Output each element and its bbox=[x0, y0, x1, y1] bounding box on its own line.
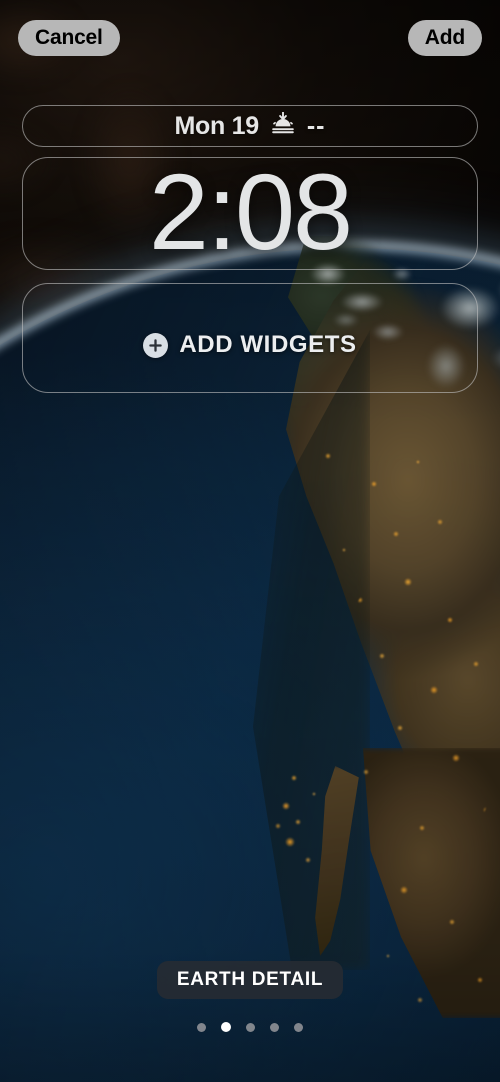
page-dot[interactable] bbox=[270, 1022, 279, 1032]
date-widget-content: Mon 19 -- bbox=[174, 111, 326, 141]
add-button[interactable]: Add bbox=[407, 20, 482, 56]
date-label: Mon 19 bbox=[174, 111, 260, 140]
page-indicator bbox=[197, 1022, 303, 1032]
page-dot[interactable] bbox=[246, 1022, 255, 1032]
add-widgets-label: ADD WIDGETS bbox=[179, 331, 357, 358]
wallpaper-style-controls: EARTH DETAIL bbox=[0, 961, 500, 1032]
plus-circle-icon bbox=[143, 332, 169, 358]
add-widgets-content: ADD WIDGETS bbox=[143, 331, 356, 359]
page-dot-active[interactable] bbox=[221, 1022, 231, 1032]
city-lights-northwest bbox=[300, 430, 460, 580]
sunset-icon bbox=[270, 111, 296, 141]
editor-toolbar: Cancel Add bbox=[0, 20, 500, 56]
page-dot[interactable] bbox=[197, 1022, 206, 1032]
date-widget-slot[interactable]: Mon 19 -- bbox=[22, 105, 478, 147]
clock-time: 2:08 bbox=[148, 150, 353, 272]
lock-screen-editor: Cancel Add Mon 19 -- 2:08 ADD WIDGETS EA… bbox=[0, 0, 500, 1082]
city-lights-southwest bbox=[330, 560, 500, 880]
page-dot[interactable] bbox=[294, 1022, 303, 1032]
time-widget-slot[interactable]: 2:08 bbox=[22, 157, 478, 270]
add-widgets-slot[interactable]: ADD WIDGETS bbox=[22, 283, 478, 393]
cancel-button[interactable]: Cancel bbox=[18, 20, 120, 56]
wallpaper-style-button[interactable]: EARTH DETAIL bbox=[156, 961, 344, 999]
sunset-time-value: -- bbox=[306, 111, 326, 140]
